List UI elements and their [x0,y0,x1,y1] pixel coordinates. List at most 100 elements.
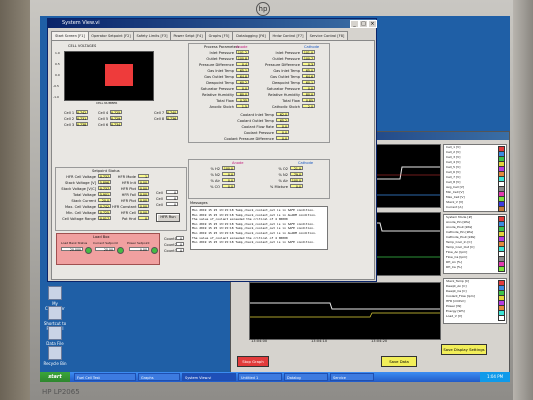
setpoint-status-title: Setpoint Status [92,169,120,173]
trace-list-1[interactable]: Cell_1 [V] Cell_2 [V] Cell_3 [V] Cell_4 [V]… [443,144,507,212]
monitor-model-label: HP LP2065 [42,388,80,396]
gas-anode-label: % H2 [210,167,220,171]
messages-log[interactable]: Mon 2019 15 25 13:15:18 Temp_check_coola… [190,206,328,250]
anode-param-label: Inlet Pressure [209,51,234,55]
cathode-header: Cathode [304,45,320,49]
tab-power-setpt[interactable]: Power Setpt [F4] [170,31,206,40]
cell-7-value: 0.740 [166,110,178,115]
minimize-icon[interactable]: _ [350,20,359,28]
taskbar-item-4[interactable]: Untitled 1 [238,373,282,381]
taskbar-item-5[interactable]: Datalog [284,373,328,381]
hfr-run-button[interactable]: HFR Run [156,213,180,222]
current-setpoint-label: Current Setpoint [93,241,118,245]
taskbar-item-6[interactable]: Service [330,373,374,381]
desktop-screen: My Computer Shortcut to Fuel Cell Data F… [40,16,510,382]
power-setpoint-value[interactable]: 0.00 [129,247,149,252]
coolant-label: Coolant Inlet Temp [240,113,274,117]
taskbar-item-2[interactable]: Graphs [138,373,180,381]
gas-anode-value: 0.0 [222,184,235,189]
count-value[interactable]: 0 [176,242,184,247]
close-icon[interactable]: × [368,20,377,28]
trace-list-3[interactable]: Stack_Temp [C] Dewpt_An [C] Dewpt_Ca [C] Co… [443,278,507,324]
cell-voltages-title: CELL VOLTAGES [68,44,97,48]
y-tick-3: 0.0 [55,73,60,77]
cell-3-value: 0.738 [76,122,88,127]
gas-cathode-header: Cathode [298,161,314,165]
coolant-value: 0.0 [276,130,289,135]
load-led-3 [151,247,158,254]
start-button[interactable]: start [40,372,70,382]
taskbar-item-1[interactable]: Fuel Cell Test [74,373,136,381]
gas-cathode-value: 21.0 [290,166,303,171]
save-data-button[interactable]: Save Data [381,356,417,367]
anode-param-label: Saturator Pressure [200,87,234,91]
cell-sub-value[interactable]: 0 [166,196,178,201]
cell-5-label: Cell 5 [98,117,109,121]
trace-list-item[interactable]: Current [A] [446,205,463,210]
tab-safety-limits[interactable]: Safety Limits [F3] [133,31,171,40]
trace-list-2[interactable]: System Mode [#] Anode_Pin [kPa] Anode_Pout… [443,214,507,274]
tab-operator-setpoint[interactable]: Operator Setpoint [F2] [88,31,134,40]
maximize-icon[interactable]: □ [359,20,368,28]
save-display-settings-button[interactable]: Save Display Settings [441,344,487,355]
anode-param-value: 60.2 [236,80,249,85]
cathode-param-value: 100.7 [302,56,315,61]
anode-param-value: 1.5 [236,104,249,109]
anode-param-value: 65.1 [236,68,249,73]
cathode-param-label: Relative Humidity [268,93,300,97]
cell-sub-value[interactable]: 0 [166,190,178,195]
trace-color-swatch[interactable] [498,265,505,272]
cell-sub-label: Cell [156,191,163,195]
cell-voltage-bar [105,64,133,86]
graph-3-traces [250,302,440,318]
taskbar-item-3[interactable]: System View.vi [182,373,236,381]
count-value[interactable]: 0 [176,248,184,253]
x-axis-label: CELL NUMBER [96,101,118,105]
system-view-window: System View.vi _ □ × Start Screen [F1] O… [47,18,377,282]
cell-6-value: 0.734 [110,122,122,127]
stack-param-value: 5.896 [98,180,111,185]
desktop-icon-data[interactable]: Data File [42,326,68,346]
time-axis-3: 13:04:20 [371,339,388,343]
desktop-icon-recycle[interactable]: Recycle Bin [42,346,68,366]
cathode-param-value: 2.0 [302,104,315,109]
tab-graphs[interactable]: Graphs [F5] [205,31,233,40]
stack-param-label: Max. Cell Voltage [64,205,96,209]
tab-service-control[interactable]: Service Control [F8] [306,31,348,40]
hfr-value: 0.00 [138,198,149,203]
cell-2-value: 0.731 [76,116,88,121]
cell-7-label: Cell 7 [154,111,165,115]
load-status-value[interactable]: 20.000 [61,247,83,252]
cathode-param-label: Pressure Difference [264,63,300,67]
trace-color-swatch[interactable] [498,314,505,321]
cathode-param-value: 0.0 [302,86,315,91]
trace-list-item[interactable]: Load_V [V] [446,314,462,319]
tab-hrdw-control[interactable]: Hrdw Control [F7] [269,31,307,40]
current-setpoint-value[interactable]: 20.00 [95,247,115,252]
cathode-param-label: Total Flow [282,99,300,103]
hfr-label: HFR Plot [120,187,136,191]
cell-sub-label: Cell [156,197,163,201]
stop-graph-button[interactable]: Stop Graph [237,356,269,367]
coolant-value: 65.2 [276,118,289,123]
cell-3-label: Cell 3 [64,123,75,127]
cathode-param-label: Dewpoint Temp [272,81,300,85]
gas-cathode-label: % Mixture [269,185,288,189]
cell-1-label: Cell 1 [64,111,75,115]
anode-param-label: Outlet Pressure [206,57,234,61]
count-value[interactable]: 0 [176,236,184,241]
tab-datalogging[interactable]: Datalogging [F6] [232,31,270,40]
trace-color-swatch[interactable] [498,205,505,212]
gas-cathode-value: 0.0 [290,184,303,189]
cathode-param-value: 64.6 [302,74,315,79]
recycle-bin-icon [48,346,62,360]
stack-param-label: HFR Cell Voltage [66,175,96,179]
gas-anode-label: % CO [210,185,220,189]
cell-sub-value[interactable]: 0 [166,202,178,207]
trace-list-item[interactable]: RH_Ca [%] [446,265,462,270]
stack-param-label: Stack Voltage [V] [65,181,96,185]
coolant-value: 0.0 [276,136,289,141]
hfr-label: HFR Fail [121,193,136,197]
gas-anode-value: 0.0 [222,178,235,183]
cell-2-label: Cell 2 [64,117,75,121]
